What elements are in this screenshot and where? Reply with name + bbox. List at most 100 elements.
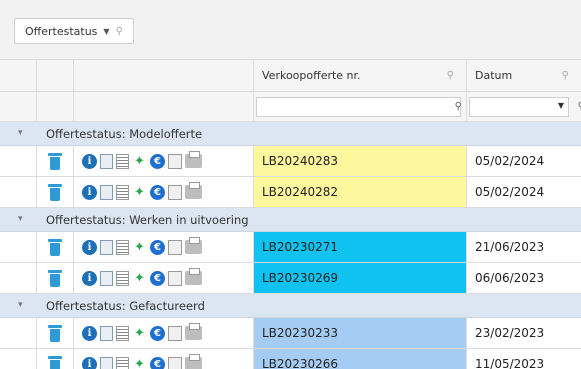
- group-chip-offertestatus[interactable]: Offertestatus ▼ ⚲: [14, 18, 134, 44]
- bulb-icon[interactable]: ✦: [132, 326, 147, 341]
- bulb-icon[interactable]: ✦: [132, 185, 147, 200]
- row-actions: i ✦ €: [74, 146, 254, 176]
- table-row[interactable]: i ✦ € LB20240282 05/02/2024: [0, 177, 581, 208]
- print-icon[interactable]: [185, 151, 202, 168]
- filter-icon[interactable]: ⚲: [562, 70, 569, 81]
- column-header-verkoopofferte-nr[interactable]: Verkoopofferte nr. ⚲: [254, 60, 467, 91]
- info-icon[interactable]: i: [82, 356, 97, 369]
- header-actions-cell: [74, 60, 254, 91]
- delete-cell: [37, 263, 74, 293]
- trash-icon[interactable]: [48, 238, 62, 256]
- offer-number-cell[interactable]: LB20230271: [254, 232, 467, 262]
- trash-icon[interactable]: [48, 269, 62, 287]
- euro-icon[interactable]: €: [150, 239, 165, 255]
- info-icon[interactable]: i: [82, 325, 97, 341]
- table-row[interactable]: i ✦ € LB20230271 21/06/2023: [0, 232, 581, 263]
- header-expander-cell: [0, 60, 37, 91]
- copy-icon[interactable]: [168, 184, 182, 200]
- trash-icon[interactable]: [48, 324, 62, 342]
- euro-icon[interactable]: €: [150, 153, 165, 169]
- rows-container: ▾ Offertestatus: Modelofferte i ✦ € LB2024028…: [0, 122, 581, 369]
- list-icon[interactable]: [116, 325, 129, 341]
- bulb-icon[interactable]: ✦: [132, 271, 147, 286]
- collapse-icon[interactable]: ▾: [18, 300, 23, 310]
- chevron-down-icon: ▼: [557, 100, 564, 110]
- document-icon[interactable]: [100, 356, 113, 369]
- copy-icon[interactable]: [168, 239, 182, 255]
- euro-icon[interactable]: €: [150, 356, 165, 369]
- table-row[interactable]: i ✦ € LB20230269 06/06/2023: [0, 263, 581, 294]
- filter-row: ⚲ ▼ ⚲: [0, 92, 581, 122]
- list-icon[interactable]: [116, 184, 129, 200]
- delete-cell: [37, 232, 74, 262]
- table-row[interactable]: i ✦ € LB20240283 05/02/2024: [0, 146, 581, 177]
- collapse-icon[interactable]: ▾: [18, 128, 23, 138]
- copy-icon[interactable]: [168, 325, 182, 341]
- delete-cell: [37, 349, 74, 369]
- group-label: Offertestatus: Werken in uitvoering: [46, 213, 249, 227]
- trash-icon[interactable]: [48, 355, 62, 369]
- document-icon[interactable]: [100, 239, 113, 255]
- trash-icon[interactable]: [48, 152, 62, 170]
- info-icon[interactable]: i: [82, 153, 97, 169]
- bulb-icon[interactable]: ✦: [132, 357, 147, 369]
- offer-number-cell[interactable]: LB20240282: [254, 177, 467, 207]
- print-icon[interactable]: [185, 354, 202, 369]
- row-indent-cell: [0, 349, 37, 369]
- group-label: Offertestatus: Modelofferte: [46, 127, 203, 141]
- euro-icon[interactable]: €: [150, 270, 165, 286]
- offer-number-cell[interactable]: LB20230233: [254, 318, 467, 348]
- list-icon[interactable]: [116, 153, 129, 169]
- info-icon[interactable]: i: [82, 270, 97, 286]
- column-header-datum[interactable]: Datum ⚲: [467, 60, 581, 91]
- copy-icon[interactable]: [168, 153, 182, 169]
- collapse-icon[interactable]: ▾: [18, 214, 23, 224]
- filter-expander-cell: [0, 92, 37, 121]
- list-icon[interactable]: [116, 356, 129, 369]
- group-row[interactable]: ▾ Offertestatus: Gefactureerd: [0, 294, 581, 318]
- info-icon[interactable]: i: [82, 239, 97, 255]
- info-icon[interactable]: i: [82, 184, 97, 200]
- filter-icon[interactable]: ⚲: [447, 70, 454, 81]
- table-row[interactable]: i ✦ € LB20230233 23/02/2023: [0, 318, 581, 349]
- chevron-down-icon[interactable]: ▼: [103, 27, 109, 36]
- copy-icon[interactable]: [168, 356, 182, 369]
- document-icon[interactable]: [100, 153, 113, 169]
- euro-icon[interactable]: €: [150, 184, 165, 200]
- document-icon[interactable]: [100, 270, 113, 286]
- header-delete-cell: [37, 60, 74, 91]
- row-actions: i ✦ €: [74, 263, 254, 293]
- delete-cell: [37, 146, 74, 176]
- list-icon[interactable]: [116, 270, 129, 286]
- date-filter-select[interactable]: ▼: [469, 96, 569, 117]
- document-icon[interactable]: [100, 325, 113, 341]
- list-icon[interactable]: [116, 239, 129, 255]
- print-icon[interactable]: [185, 323, 202, 340]
- group-row[interactable]: ▾ Offertestatus: Werken in uitvoering: [0, 208, 581, 232]
- print-icon[interactable]: [185, 182, 202, 199]
- column-header-label: Verkoopofferte nr.: [262, 69, 361, 82]
- offer-number-cell[interactable]: LB20230266: [254, 349, 467, 369]
- trash-icon[interactable]: [48, 183, 62, 201]
- filter-cell-datum: ▼ ⚲: [467, 92, 581, 121]
- bulb-icon[interactable]: ✦: [132, 240, 147, 255]
- print-icon[interactable]: [185, 237, 202, 254]
- delete-cell: [37, 318, 74, 348]
- copy-icon[interactable]: [168, 270, 182, 286]
- group-row[interactable]: ▾ Offertestatus: Modelofferte: [0, 122, 581, 146]
- filter-icon[interactable]: ⚲: [455, 101, 462, 112]
- table-row[interactable]: i ✦ € LB20230266 11/05/2023: [0, 349, 581, 369]
- euro-icon[interactable]: €: [150, 325, 165, 341]
- offer-date-cell: 05/02/2024: [475, 185, 545, 199]
- offer-number-cell[interactable]: LB20230269: [254, 263, 467, 293]
- filter-cell-nr: ⚲: [254, 92, 467, 121]
- offer-date-cell: 21/06/2023: [475, 240, 545, 254]
- nr-filter-input[interactable]: [256, 96, 461, 117]
- group-chip-label: Offertestatus: [25, 24, 98, 38]
- offer-number-cell[interactable]: LB20240283: [254, 146, 467, 176]
- bulb-icon[interactable]: ✦: [132, 154, 147, 169]
- print-icon[interactable]: [185, 268, 202, 285]
- row-indent-cell: [0, 146, 37, 176]
- filter-icon[interactable]: ⚲: [116, 26, 123, 37]
- document-icon[interactable]: [100, 184, 113, 200]
